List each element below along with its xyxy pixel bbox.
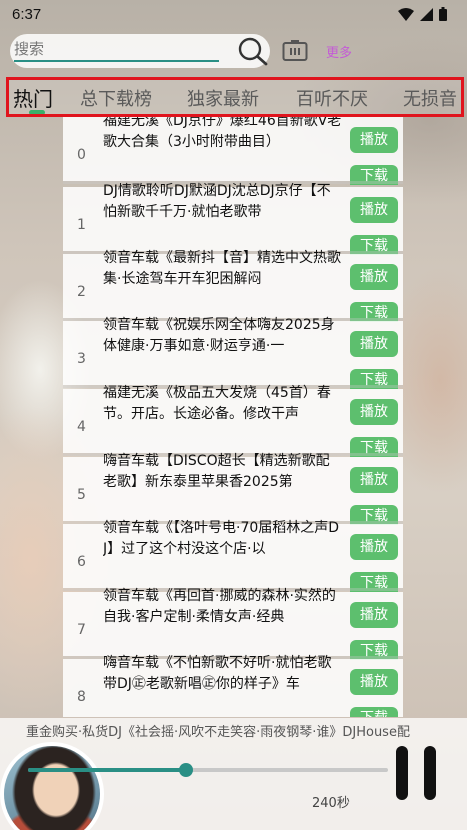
progress-thumb[interactable] [179, 763, 194, 777]
progress-slider[interactable] [28, 763, 388, 777]
song-title: 领音车载《最新抖【音】精选中文热歌集·长途驾车开车犯困解闷 [103, 250, 341, 287]
download-button[interactable]: 下载 [350, 640, 398, 660]
download-button[interactable]: 下载 [350, 437, 398, 457]
song-index: 8 [77, 689, 86, 705]
pause-icon [396, 746, 408, 800]
song-index: 4 [77, 419, 86, 435]
song-title: 领音车载《【洛叶号电·70届稻林之声DJ】过了这个村没这个店·以 [103, 520, 340, 557]
download-button[interactable]: 下载 [350, 505, 398, 525]
play-button[interactable]: 播放 [350, 467, 398, 493]
song-row[interactable]: 1 DJ情歌聆听DJ默涵DJ沈总DJ京仔【不怕新歌千千万·就怕老歌带 播放 下载 [63, 183, 403, 255]
status-bar: 6:37 [0, 0, 467, 28]
song-index: 5 [77, 487, 86, 503]
play-button[interactable]: 播放 [350, 127, 398, 153]
play-button[interactable]: 播放 [350, 399, 398, 425]
now-playing-title: 重金购买·私货DJ《社会摇·风吹不走笑容·雨夜钢琴·谁》DJHouse配 [26, 725, 410, 740]
song-row[interactable]: 2 领音车载《最新抖【音】精选中文热歌集·长途驾车开车犯困解闷 播放 下载 [63, 250, 403, 322]
song-index: 0 [77, 147, 86, 163]
download-button[interactable]: 下载 [350, 707, 398, 717]
album-art[interactable] [0, 742, 104, 830]
tv-icon[interactable] [282, 40, 308, 66]
duration-label: 240秒 [312, 796, 350, 811]
song-title: 福建无溪《DJ京仔》爆红46首新歌V老歌大合集（3小时附带曲目） [103, 117, 342, 150]
pause-icon [424, 746, 436, 800]
search-input[interactable] [14, 38, 219, 62]
song-index: 6 [77, 554, 86, 570]
song-row[interactable]: 0 福建无溪《DJ京仔》爆红46首新歌V老歌大合集（3小时附带曲目） 播放 下载 [63, 117, 403, 185]
song-row[interactable]: 4 福建无溪《极品五大发烧（45首）春节。开店。长途必备。修改干声 播放 下载 [63, 385, 403, 457]
play-button[interactable]: 播放 [350, 669, 398, 695]
battery-icon [439, 7, 447, 21]
download-button[interactable]: 下载 [350, 369, 398, 389]
progress-fill [28, 768, 187, 772]
download-button[interactable]: 下载 [350, 572, 398, 592]
song-row[interactable]: 3 领音车载《祝娱乐网全体嗨友2025身体健康·万事如意·财运亨通·一 播放 下… [63, 317, 403, 389]
song-row[interactable]: 8 嗨音车载《不怕新歌不好听·就怕老歌带DJ㊣老歌新唱㊣你的样子》车 播放 下载 [63, 655, 403, 717]
category-tab-bar: 热门 总下载榜 独家最新 百听不厌 无损音 [6, 77, 464, 117]
tab-active-indicator [29, 110, 45, 114]
signal-icon [420, 7, 433, 21]
song-row[interactable]: 5 嗨音车载【DISCO超长【精选新歌配老歌】新东泰里苹果香2025第 播放 下… [63, 453, 403, 525]
song-title: DJ情歌聆听DJ默涵DJ沈总DJ京仔【不怕新歌千千万·就怕老歌带 [103, 183, 331, 220]
download-button[interactable]: 下载 [350, 235, 398, 255]
search-box [10, 34, 270, 68]
song-row[interactable]: 7 领音车载《再回首·挪威的森林·实然的自我·客户定制·柔情女声·经典 播放 下… [63, 588, 403, 660]
song-row[interactable]: 6 领音车载《【洛叶号电·70届稻林之声DJ】过了这个村没这个店·以 播放 下载 [63, 520, 403, 592]
player-bar: 重金购买·私货DJ《社会摇·风吹不走笑容·雨夜钢琴·谁》DJHouse配 240… [0, 718, 467, 830]
song-index: 1 [77, 217, 86, 233]
status-icons [398, 7, 447, 21]
tab-exclusive-latest[interactable]: 独家最新 [187, 85, 259, 111]
song-title: 领音车载《再回首·挪威的森林·实然的自我·客户定制·柔情女声·经典 [103, 588, 336, 625]
tab-total-downloads[interactable]: 总下载榜 [80, 85, 152, 111]
tab-evergreen[interactable]: 百听不厌 [296, 85, 368, 111]
play-button[interactable]: 播放 [350, 534, 398, 560]
search-row: 更多 [0, 34, 467, 70]
play-button[interactable]: 播放 [350, 602, 398, 628]
download-button[interactable]: 下载 [350, 165, 398, 185]
song-title: 领音车载《祝娱乐网全体嗨友2025身体健康·万事如意·财运亨通·一 [103, 317, 335, 354]
song-title: 福建无溪《极品五大发烧（45首）春节。开店。长途必备。修改干声 [103, 385, 331, 422]
song-index: 7 [77, 622, 86, 638]
song-title: 嗨音车载《不怕新歌不好听·就怕老歌带DJ㊣老歌新唱㊣你的样子》车 [103, 655, 332, 692]
play-button[interactable]: 播放 [350, 197, 398, 223]
status-time: 6:37 [12, 5, 42, 23]
play-button[interactable]: 播放 [350, 331, 398, 357]
album-cover-image [4, 746, 100, 830]
tab-lossless[interactable]: 无损音 [403, 85, 457, 111]
song-index: 2 [77, 284, 86, 300]
more-link[interactable]: 更多 [326, 42, 352, 61]
search-icon[interactable] [236, 36, 270, 70]
pause-button[interactable] [394, 746, 438, 802]
tab-hot[interactable]: 热门 [13, 83, 53, 112]
play-button[interactable]: 播放 [350, 264, 398, 290]
download-button[interactable]: 下载 [350, 302, 398, 322]
song-index: 3 [77, 351, 86, 367]
wifi-icon [398, 7, 414, 21]
song-list: 0 福建无溪《DJ京仔》爆红46首新歌V老歌大合集（3小时附带曲目） 播放 下载… [63, 117, 403, 717]
song-title: 嗨音车载【DISCO超长【精选新歌配老歌】新东泰里苹果香2025第 [103, 453, 330, 490]
